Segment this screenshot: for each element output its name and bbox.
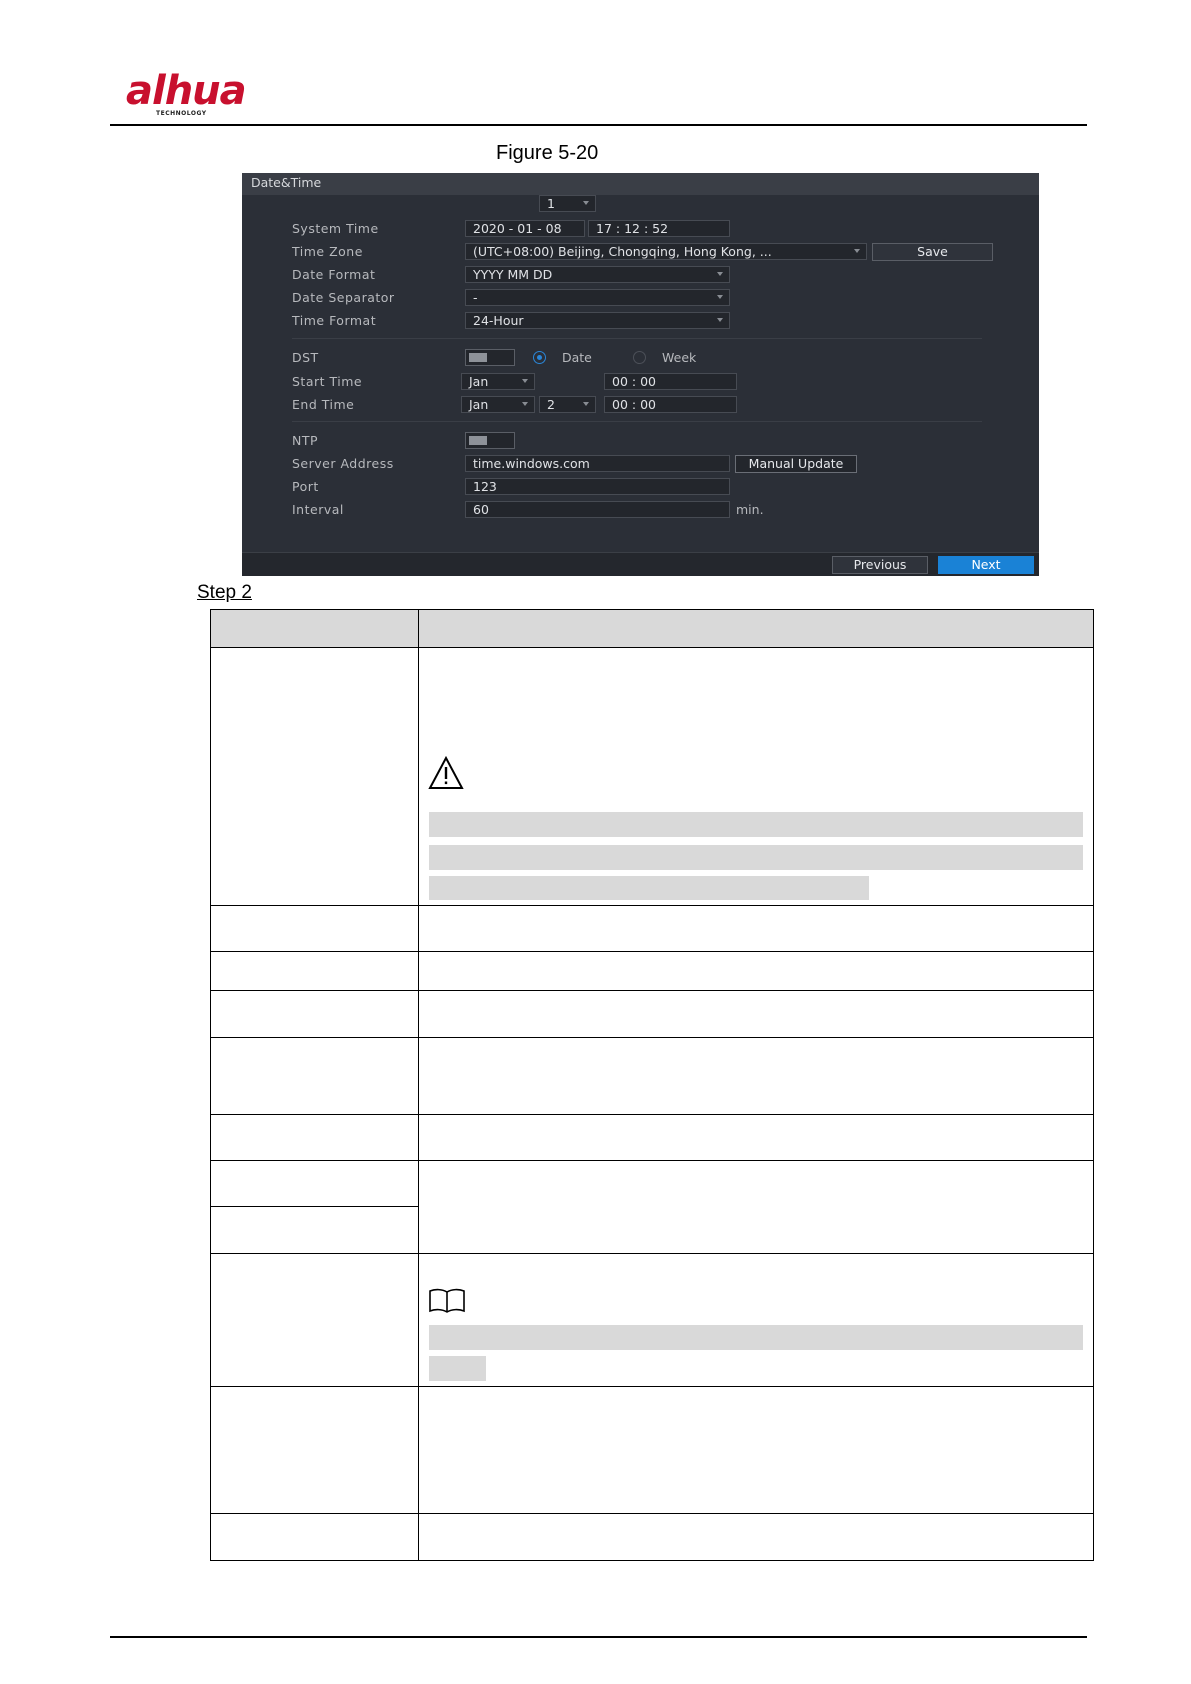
system-time-field[interactable]: 17 : 12 : 52 <box>588 220 730 237</box>
date-format-value: YYYY MM DD <box>473 267 553 282</box>
table-rule <box>210 1560 1094 1561</box>
brand-logo-text: alhua <box>126 68 247 114</box>
brand-logo: alhua TECHNOLOGY <box>122 68 262 122</box>
dst-toggle[interactable] <box>465 349 515 366</box>
chevron-down-icon <box>522 402 528 406</box>
previous-button[interactable]: Previous <box>832 556 928 574</box>
interval-unit: min. <box>736 502 764 517</box>
section-divider <box>292 338 982 339</box>
date-format-select[interactable]: YYYY MM DD <box>465 266 730 283</box>
table-rule <box>210 905 1094 906</box>
chevron-down-icon <box>583 402 589 406</box>
end-day-select[interactable]: 2 <box>539 396 596 413</box>
time-format-value: 24-Hour <box>473 313 524 328</box>
table-rule <box>210 1513 1094 1514</box>
redacted-text-bar <box>429 812 1083 837</box>
label-interval: Interval <box>292 502 344 517</box>
next-button[interactable]: Next <box>938 556 1034 574</box>
warning-icon <box>428 756 464 789</box>
time-format-select[interactable]: 24-Hour <box>465 312 730 329</box>
note-book-icon <box>429 1288 465 1313</box>
table-rule <box>210 1206 418 1207</box>
label-system-time: System Time <box>292 221 379 236</box>
redacted-text-bar <box>429 845 1083 870</box>
start-day-select[interactable]: 1 <box>539 195 596 212</box>
chevron-down-icon <box>717 318 723 322</box>
label-end-time: End Time <box>292 397 355 412</box>
date-time-screenshot: Date&Time System Time 2020 - 01 - 08 17 … <box>242 173 1039 576</box>
figure-caption: Figure 5-20 <box>496 142 599 164</box>
table-rule <box>210 1037 1094 1038</box>
system-date-field[interactable]: 2020 - 01 - 08 <box>465 220 585 237</box>
chevron-down-icon <box>717 295 723 299</box>
brand-logo-subtitle: TECHNOLOGY <box>156 110 207 117</box>
table-header <box>210 610 1093 647</box>
table-rule <box>210 990 1094 991</box>
end-month-select[interactable]: Jan <box>461 396 535 413</box>
label-server-address: Server Address <box>292 456 394 471</box>
label-port: Port <box>292 479 319 494</box>
ntp-toggle[interactable] <box>465 432 515 449</box>
header-rule <box>110 124 1087 126</box>
time-zone-select[interactable]: (UTC+08:00) Beijing, Chongqing, Hong Kon… <box>465 243 867 260</box>
end-month-value: Jan <box>469 397 489 412</box>
start-day-value: 1 <box>547 196 555 211</box>
dialog-body: System Time 2020 - 01 - 08 17 : 12 : 52 … <box>242 195 1039 552</box>
end-day-value: 2 <box>547 397 555 412</box>
redacted-text-bar <box>429 876 869 900</box>
chevron-down-icon <box>522 379 528 383</box>
label-date-separator: Date Separator <box>292 290 395 305</box>
table-rule <box>210 1114 1094 1115</box>
label-dst: DST <box>292 350 319 365</box>
dst-date-label: Date <box>562 350 592 365</box>
date-separator-select[interactable]: - <box>465 289 730 306</box>
date-separator-value: - <box>473 290 478 305</box>
label-time-zone: Time Zone <box>292 244 363 259</box>
redacted-text-bar <box>429 1356 486 1381</box>
table-rule <box>418 609 419 1561</box>
chevron-down-icon <box>854 249 860 253</box>
toggle-knob <box>469 353 487 362</box>
interval-input[interactable]: 60 <box>465 501 730 518</box>
table-rule <box>210 1253 1094 1254</box>
step-label: Step 2 <box>197 582 252 603</box>
table-rule <box>210 609 1094 610</box>
start-month-value: Jan <box>469 374 489 389</box>
chevron-down-icon <box>583 201 589 205</box>
dst-date-radio[interactable] <box>533 351 546 364</box>
label-ntp: NTP <box>292 433 319 448</box>
section-divider <box>292 421 982 422</box>
label-time-format: Time Format <box>292 313 377 328</box>
server-address-input[interactable]: time.windows.com <box>465 455 730 472</box>
redacted-text-bar <box>429 1325 1083 1350</box>
table-rule <box>210 609 211 1561</box>
start-month-select[interactable]: Jan <box>461 373 535 390</box>
end-clock-field[interactable]: 00 : 00 <box>604 396 737 413</box>
label-start-time: Start Time <box>292 374 363 389</box>
dialog-footer: Previous Next <box>242 552 1039 576</box>
table-rule <box>1093 609 1094 1561</box>
chevron-down-icon <box>717 272 723 276</box>
toggle-knob <box>469 436 487 445</box>
time-zone-value: (UTC+08:00) Beijing, Chongqing, Hong Kon… <box>473 244 772 259</box>
save-button[interactable]: Save <box>872 243 993 261</box>
table-rule <box>210 1386 1094 1387</box>
manual-update-button[interactable]: Manual Update <box>735 455 857 473</box>
label-date-format: Date Format <box>292 267 376 282</box>
dst-week-label: Week <box>662 350 697 365</box>
start-clock-field[interactable]: 00 : 00 <box>604 373 737 390</box>
port-input[interactable]: 123 <box>465 478 730 495</box>
table-rule <box>210 1160 1094 1161</box>
dialog-title: Date&Time <box>242 173 1039 195</box>
table-rule <box>210 647 1094 648</box>
footer-rule <box>110 1636 1087 1638</box>
table-rule <box>210 951 1094 952</box>
dst-week-radio[interactable] <box>633 351 646 364</box>
